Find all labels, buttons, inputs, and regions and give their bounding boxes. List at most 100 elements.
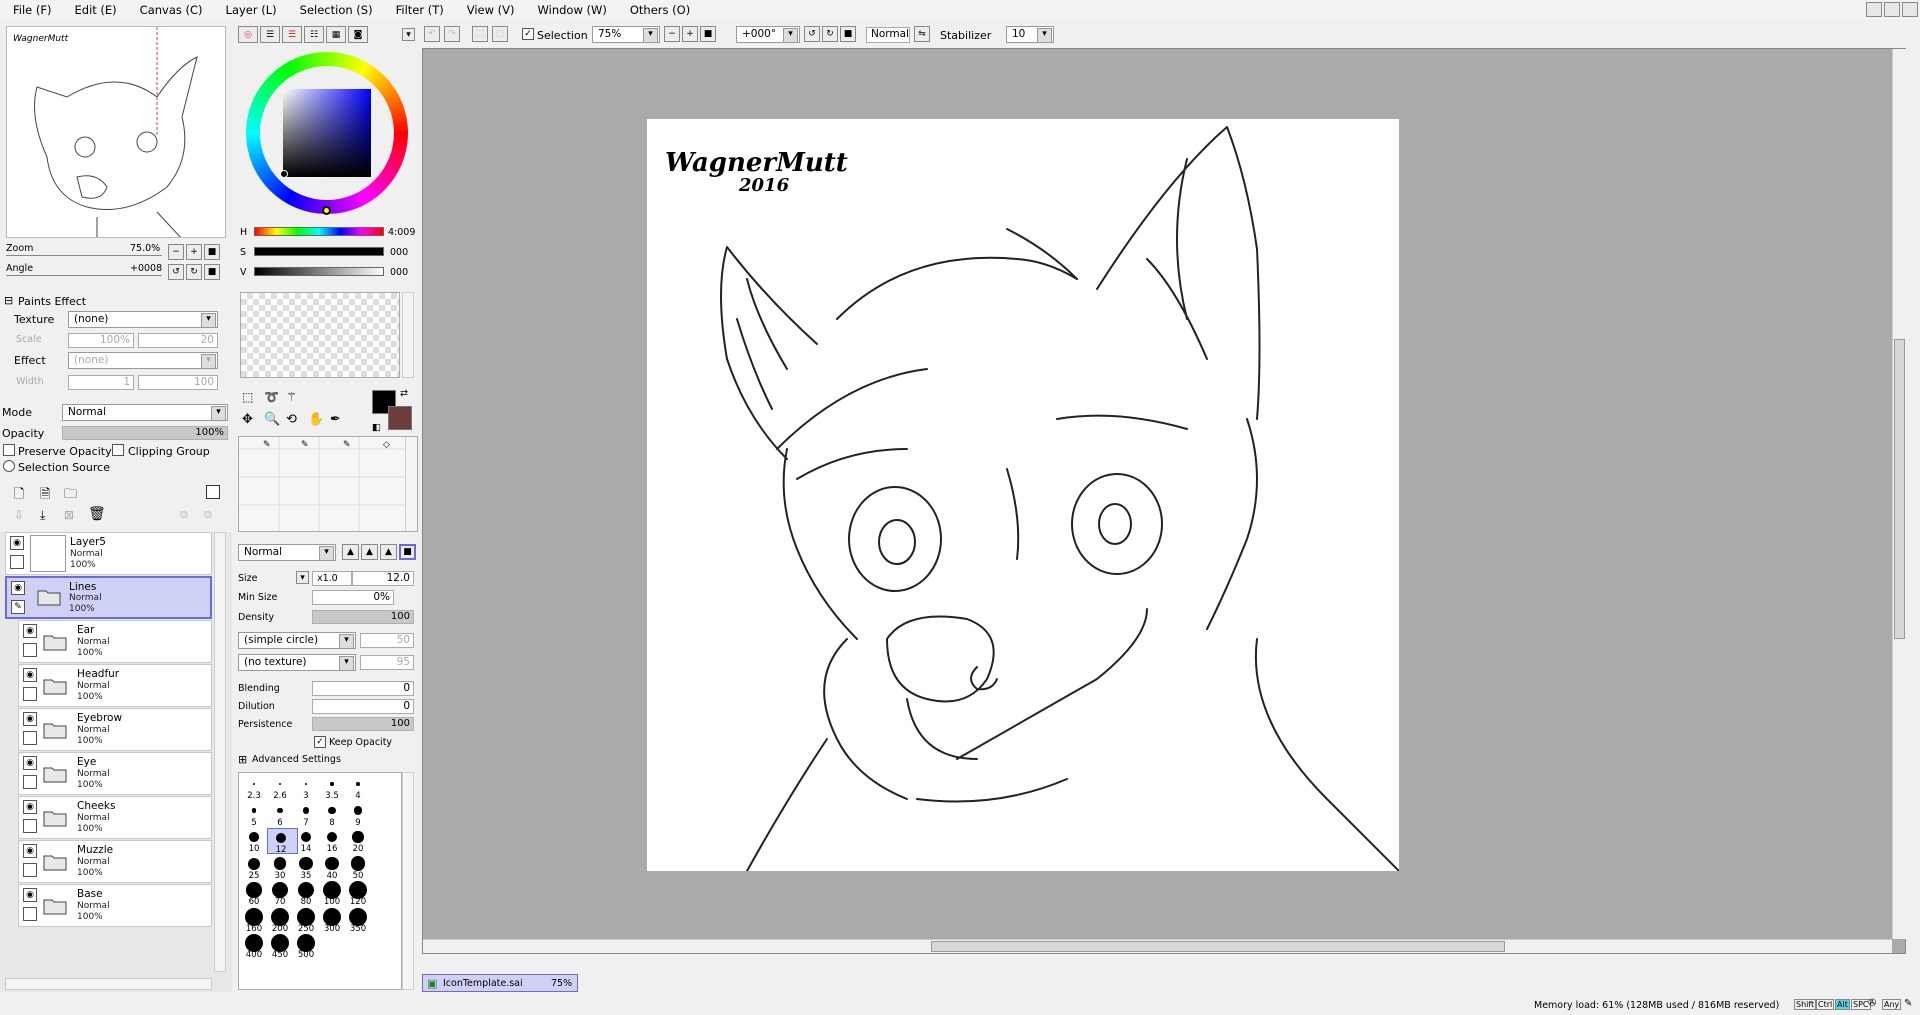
min-size-field[interactable]: 0% <box>312 590 394 605</box>
panel-menu-icon[interactable]: ▾ <box>402 28 415 41</box>
eraser-tool-icon[interactable]: ◇ <box>383 440 390 450</box>
magic-wand-tool-icon[interactable]: ⚚ <box>286 390 297 404</box>
menu-others[interactable]: Others (O) <box>617 0 700 20</box>
advanced-settings-label[interactable]: Advanced Settings <box>252 754 341 765</box>
layer-row-layer5[interactable]: ◉ Layer5 Normal 100% <box>5 532 212 575</box>
brush-size-preset[interactable]: 50 <box>345 855 376 881</box>
size-multiplier[interactable]: x1.0 <box>312 571 352 586</box>
brush-shape-num[interactable]: 50 <box>360 633 414 648</box>
layer-select-checkbox[interactable] <box>23 863 37 877</box>
flip-view-icon[interactable]: ⇋ <box>914 26 930 42</box>
persistence-bar[interactable]: 100 <box>312 717 414 731</box>
toolbar-zoom-reset-icon[interactable]: ■ <box>700 26 716 42</box>
shape-medium-icon[interactable]: ▲ <box>361 544 378 560</box>
redo-icon[interactable]: ↷ <box>444 26 460 42</box>
layer-select-checkbox[interactable] <box>23 907 37 921</box>
brush-size-preset[interactable]: 120 <box>345 881 376 907</box>
layer-select-checkbox[interactable] <box>23 643 37 657</box>
new-folder-icon[interactable]: 🗀 <box>64 485 77 507</box>
clear-layer-icon[interactable]: ⊠ <box>64 508 74 522</box>
hue-slider[interactable] <box>254 227 384 236</box>
canvas-hscrollbar[interactable] <box>423 939 1892 953</box>
pen-tool-icon[interactable]: ✎ <box>263 440 271 450</box>
brush-shape-select[interactable]: (simple circle) <box>238 632 356 649</box>
rotate-right-button[interactable]: ↻ <box>186 264 202 280</box>
scratchpad[interactable] <box>240 292 400 378</box>
menu-canvas[interactable]: Canvas (C) <box>127 0 213 20</box>
swap-colors-icon[interactable]: ⇄ <box>400 388 408 399</box>
collapse-icon[interactable]: ⊟ <box>4 294 13 307</box>
swatches-tab-icon[interactable]: ▦ <box>326 26 346 43</box>
brush-mode-select[interactable]: Normal <box>238 544 336 561</box>
layer-mask-icon[interactable] <box>206 485 220 499</box>
layer-select-checkbox[interactable] <box>10 555 24 569</box>
brush-tool-grid[interactable]: ✎ ✎ ✎ ◇ <box>238 436 418 532</box>
shape-flat-icon[interactable]: ■ <box>399 544 416 560</box>
visibility-eye-icon[interactable]: ◉ <box>11 581 25 595</box>
visibility-eye-icon[interactable]: ◉ <box>23 712 37 726</box>
scale-num-field[interactable]: 20 <box>138 333 218 348</box>
brush-lock-icon[interactable]: ✎ <box>11 600 25 614</box>
width-field[interactable]: 1 <box>68 375 134 390</box>
preserve-opacity-checkbox[interactable] <box>3 444 15 456</box>
value-slider[interactable] <box>254 267 384 276</box>
saturation-value-square[interactable] <box>283 89 371 177</box>
rect-select-tool-icon[interactable]: ⬚ <box>242 390 253 404</box>
layer-misc-icon-2[interactable]: ⧉ <box>204 508 212 522</box>
hand-tool-icon[interactable]: ✋ <box>308 412 324 427</box>
brush-size-preset[interactable]: 20 <box>345 828 376 854</box>
brush-texture-select[interactable]: (no texture) <box>238 654 356 671</box>
zoom-in-button[interactable]: + <box>186 244 202 260</box>
visibility-eye-icon[interactable]: ◉ <box>23 888 37 902</box>
maximize-button[interactable] <box>1884 2 1900 17</box>
zoom-slider[interactable] <box>6 255 162 256</box>
color-wheel-tab-icon[interactable]: ◎ <box>238 26 258 43</box>
move-tool-icon[interactable]: ✥ <box>242 412 253 427</box>
shape-hard-icon[interactable]: ▲ <box>342 544 359 560</box>
keep-opacity-checkbox[interactable]: ✓ <box>314 736 326 748</box>
eyedropper-tool-icon[interactable]: ✒ <box>330 412 341 427</box>
zoom-reset-button[interactable]: ■ <box>204 244 220 260</box>
size-dropdown-icon[interactable]: ▾ <box>296 571 309 584</box>
layer-row-cheeks[interactable]: ◉ Cheeks Normal 100% <box>18 796 212 839</box>
visibility-eye-icon[interactable]: ◉ <box>23 624 37 638</box>
canvas-hscroll-thumb[interactable] <box>931 941 1505 952</box>
visibility-eye-icon[interactable]: ◉ <box>23 800 37 814</box>
expand-icon[interactable]: ⊞ <box>238 753 247 766</box>
blending-field[interactable]: 0 <box>312 681 414 696</box>
selection-checkbox[interactable]: ✓ <box>522 28 534 40</box>
canvas-vscrollbar[interactable] <box>1892 49 1906 939</box>
visibility-eye-icon[interactable]: ◉ <box>23 756 37 770</box>
hsv-slider-tab-icon[interactable]: ☰ <box>282 26 302 43</box>
visibility-eye-icon[interactable]: ◉ <box>23 844 37 858</box>
layer-mode-select[interactable]: Normal <box>62 404 228 421</box>
layer-select-checkbox[interactable] <box>23 731 37 745</box>
layer-select-checkbox[interactable] <box>23 775 37 789</box>
rotate-reset-button[interactable]: ■ <box>204 264 220 280</box>
brush-size-preset[interactable]: 4 <box>345 775 376 801</box>
navigator-preview[interactable]: WagnerMutt <box>6 26 226 238</box>
undo-icon[interactable]: ↶ <box>424 26 440 42</box>
zoom-select[interactable]: 75% <box>592 26 660 43</box>
angle-select[interactable]: +000° <box>736 26 800 43</box>
menu-filter[interactable]: Filter (T) <box>383 0 454 20</box>
menu-window[interactable]: Window (W) <box>525 0 617 20</box>
selection-source-radio[interactable] <box>3 460 15 472</box>
secondary-color-swatch[interactable] <box>388 406 412 430</box>
new-layer-icon[interactable]: 🗋 <box>14 485 24 507</box>
toolbar-zoom-out-icon[interactable]: − <box>664 26 680 42</box>
layer-row-eye[interactable]: ◉ Eye Normal 100% <box>18 752 212 795</box>
layer-list-scrollbar[interactable] <box>214 532 226 972</box>
visibility-eye-icon[interactable]: ◉ <box>23 668 37 682</box>
toolbar-rotate-left-icon[interactable]: ↺ <box>804 26 820 42</box>
toolbar-zoom-in-icon[interactable]: + <box>682 26 698 42</box>
layer-row-muzzle[interactable]: ◉ Muzzle Normal 100% <box>18 840 212 883</box>
saturation-slider[interactable] <box>254 247 384 256</box>
layer-row-headfur[interactable]: ◉ Headfur Normal 100% <box>18 664 212 707</box>
menu-selection[interactable]: Selection (S) <box>287 0 383 20</box>
default-colors-icon[interactable]: ◧ <box>372 422 381 433</box>
new-linework-layer-icon[interactable]: 🗎 <box>40 485 50 507</box>
hue-picker-handle[interactable] <box>322 206 331 215</box>
rotate-left-button[interactable]: ↺ <box>168 264 184 280</box>
shape-soft-icon[interactable]: ▲ <box>380 544 397 560</box>
